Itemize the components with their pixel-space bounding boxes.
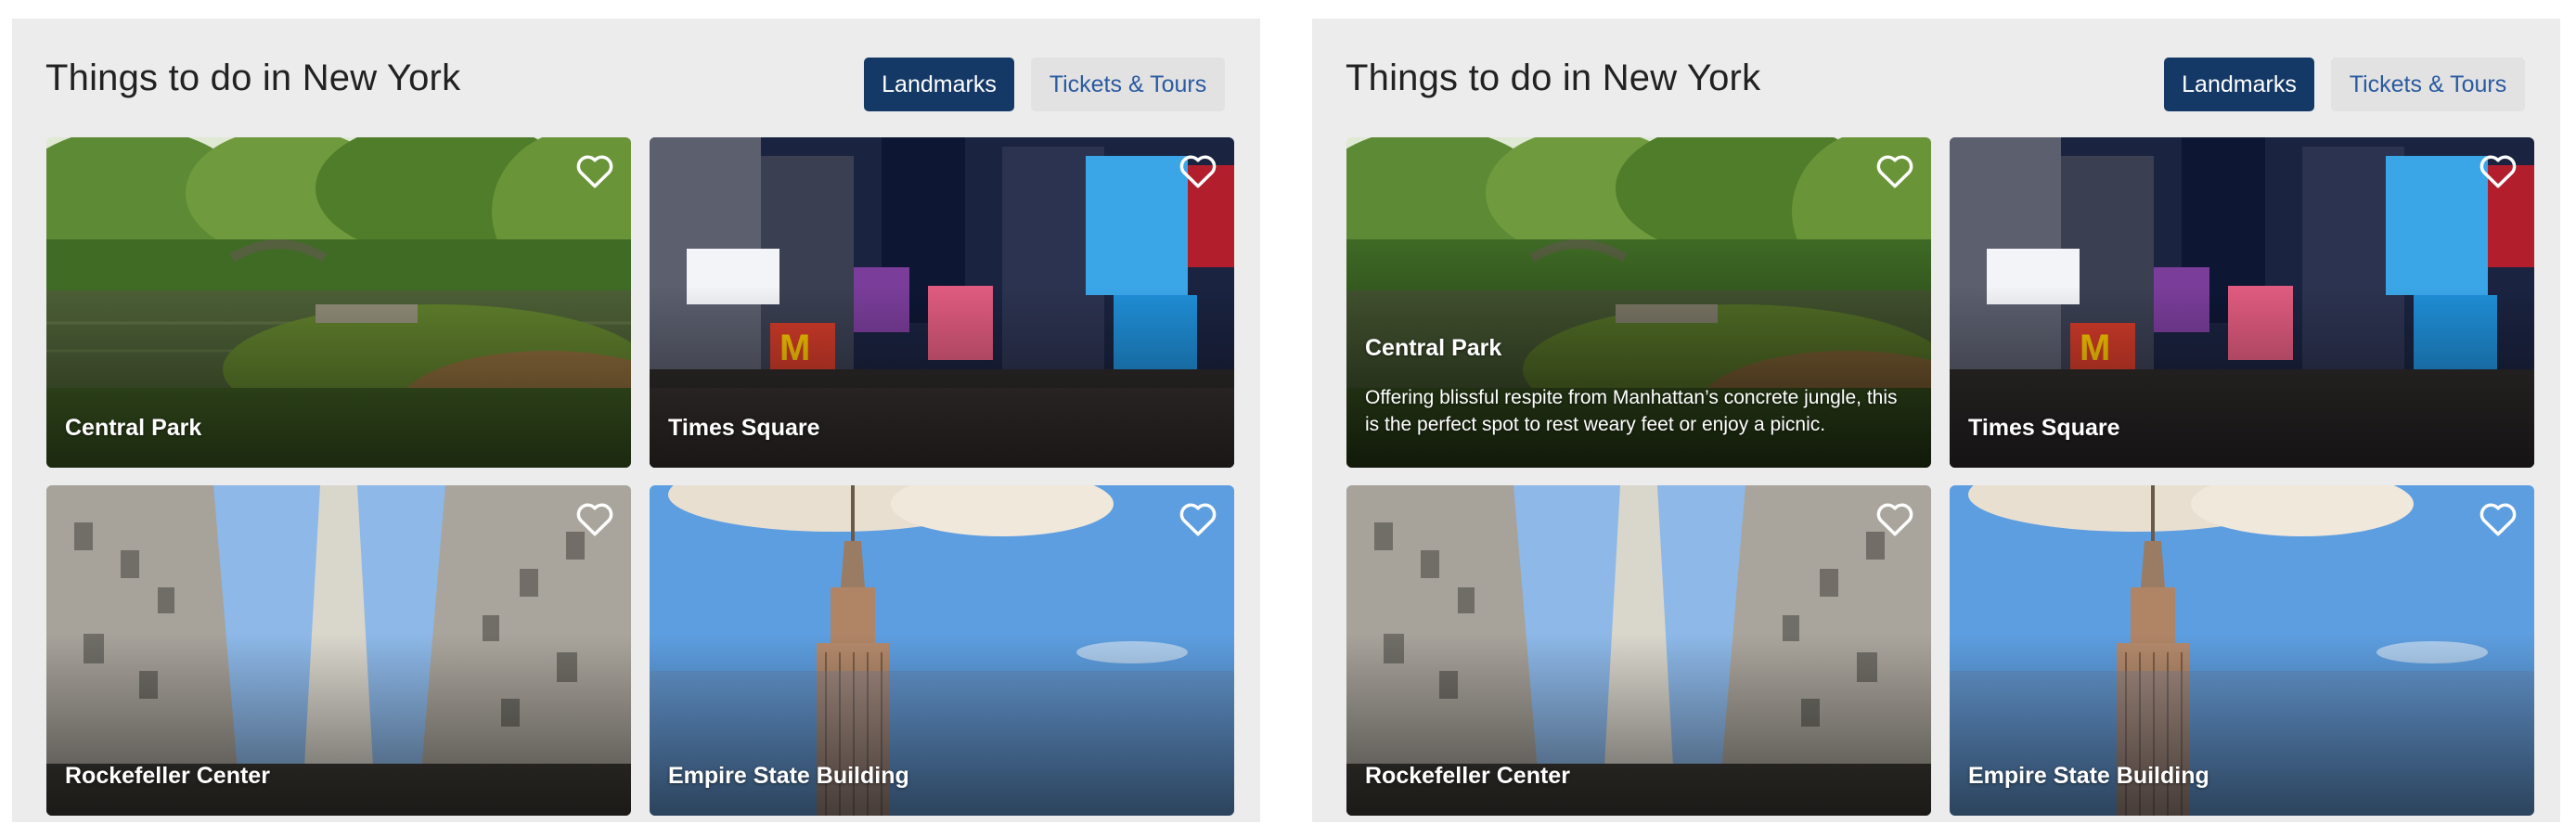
attraction-card-times-square[interactable]: M Times Square — [650, 137, 1234, 468]
card-title: Empire State Building — [668, 763, 909, 789]
section-heading: Things to do in New York — [1346, 58, 1761, 98]
card-description: Offering blissful respite from Manhattan… — [1365, 387, 1898, 435]
heart-outline-icon[interactable] — [1179, 500, 1217, 537]
attraction-card-times-square[interactable]: M Times Square — [1950, 137, 2534, 468]
things-to-do-panel-default: Things to do in New York Landmarks Ticke… — [12, 19, 1260, 822]
attraction-card-empire-state-building[interactable]: Empire State Building — [650, 485, 1234, 816]
tab-landmarks[interactable]: Landmarks — [2164, 58, 2314, 111]
card-title: Rockefeller Center — [65, 763, 270, 789]
attraction-card-central-park[interactable]: Central Park — [46, 137, 631, 468]
card-title: Rockefeller Center — [1365, 763, 1570, 789]
heart-outline-icon[interactable] — [1875, 500, 1914, 537]
heart-outline-icon[interactable] — [575, 152, 614, 189]
heart-outline-icon[interactable] — [575, 500, 614, 537]
card-title: Empire State Building — [1968, 763, 2209, 789]
attraction-card-rockefeller-center[interactable]: Rockefeller Center — [46, 485, 631, 816]
heart-outline-icon[interactable] — [2479, 500, 2518, 537]
tab-tickets-tours[interactable]: Tickets & Tours — [1031, 58, 1225, 111]
section-heading: Things to do in New York — [45, 58, 461, 98]
card-title: Times Square — [668, 415, 820, 441]
card-title: Central Park — [1365, 335, 1502, 361]
attraction-card-empire-state-building[interactable]: Empire State Building — [1950, 485, 2534, 816]
card-title: Central Park — [65, 415, 202, 441]
things-to-do-panel-hover: Things to do in New York Landmarks Ticke… — [1312, 19, 2560, 822]
attraction-card-central-park[interactable]: Central Park Offering blissful respite f… — [1346, 137, 1931, 468]
attraction-grid: Central Park M — [46, 137, 1249, 816]
tab-landmarks[interactable]: Landmarks — [864, 58, 1014, 111]
heart-outline-icon[interactable] — [1179, 152, 1217, 189]
card-title: Times Square — [1968, 415, 2120, 441]
tab-tickets-tours[interactable]: Tickets & Tours — [2331, 58, 2525, 111]
heart-outline-icon[interactable] — [1875, 152, 1914, 189]
attraction-grid: Central Park Offering blissful respite f… — [1346, 137, 2549, 816]
attraction-card-rockefeller-center[interactable]: Rockefeller Center — [1346, 485, 1931, 816]
heart-outline-icon[interactable] — [2479, 152, 2518, 189]
